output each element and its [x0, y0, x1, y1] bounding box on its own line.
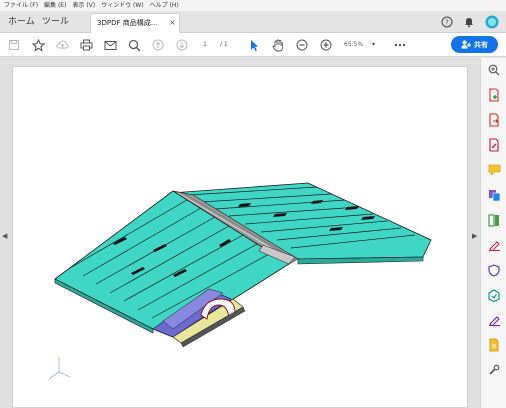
acrobat-window: ファイル (F) 編集 (E) 表示 (V) ウィンドウ (W) ヘルプ (H)… [0, 0, 506, 408]
zoom-dropdown-icon[interactable]: ▾ [372, 39, 375, 51]
edit-pdf-icon[interactable] [486, 137, 502, 153]
page-up-icon[interactable] [150, 37, 166, 53]
more-icon[interactable] [392, 37, 408, 53]
menu-file[interactable]: ファイル (F) [4, 0, 38, 11]
right-panel-toggle[interactable]: ▶ [472, 232, 477, 240]
tab-bar: ホーム ツール 3DPDF 商品構成... × [0, 11, 506, 33]
fill-sign-icon[interactable] [486, 237, 502, 253]
menu-edit[interactable]: 編集 (E) [44, 0, 66, 11]
select-cursor-icon[interactable] [246, 37, 262, 53]
tab-document[interactable]: 3DPDF 商品構成... × [90, 13, 180, 33]
email-icon[interactable] [102, 37, 118, 53]
menu-window[interactable]: ウィンドウ (W) [101, 0, 144, 11]
organize-pages-icon[interactable] [486, 212, 502, 228]
export-pdf-icon[interactable] [486, 112, 502, 128]
comment-icon[interactable] [486, 162, 502, 178]
close-icon[interactable]: × [169, 16, 176, 30]
left-panel-toggle[interactable]: ◀ [2, 232, 7, 240]
menu-bar: ファイル (F) 編集 (E) 表示 (V) ウィンドウ (W) ヘルプ (H) [0, 0, 506, 11]
star-icon[interactable] [30, 37, 46, 53]
avatar[interactable] [484, 14, 500, 30]
sign-icon[interactable] [486, 312, 502, 328]
tools-icon[interactable] [486, 362, 502, 378]
save-icon[interactable] [6, 37, 22, 53]
share-button[interactable]: 共有 [451, 36, 498, 53]
help-icon[interactable]: ? [440, 14, 454, 30]
svg-text:?: ? [445, 19, 449, 27]
tab-tools[interactable]: ツール [42, 15, 69, 29]
create-pdf-icon[interactable] [486, 87, 502, 103]
share-label: 共有 [474, 40, 488, 49]
page-number-input[interactable]: 1 [198, 39, 212, 51]
page-down-icon[interactable] [174, 37, 190, 53]
document-viewport[interactable]: ◀ ▶ [0, 58, 480, 408]
right-tools-panel [480, 58, 506, 408]
zoom-level-input[interactable]: 65.5% [344, 39, 370, 51]
zoom-in-icon[interactable] [318, 37, 334, 53]
pdf-page [12, 66, 468, 408]
hand-icon[interactable] [270, 37, 286, 53]
scan-icon[interactable] [486, 337, 502, 353]
share-icon [461, 40, 471, 49]
zoom-out-icon[interactable] [294, 37, 310, 53]
document-tab-title: 3DPDF 商品構成... [97, 19, 158, 27]
optimize-icon[interactable] [486, 287, 502, 303]
toolbar: 1 / 1 65.5% ▾ 共有 [0, 33, 506, 57]
search-icon[interactable] [126, 37, 142, 53]
3d-roof-model[interactable] [13, 67, 467, 407]
combine-icon[interactable] [486, 187, 502, 203]
print-icon[interactable] [78, 37, 94, 53]
cloud-upload-icon[interactable] [54, 37, 70, 53]
tab-home[interactable]: ホーム [8, 15, 35, 29]
zoom-tool-icon[interactable] [486, 62, 502, 78]
menu-help[interactable]: ヘルプ (H) [150, 0, 179, 11]
protect-icon[interactable] [486, 262, 502, 278]
bell-icon[interactable] [462, 14, 476, 30]
menu-view[interactable]: 表示 (V) [72, 0, 95, 11]
page-total: / 1 [220, 41, 228, 48]
